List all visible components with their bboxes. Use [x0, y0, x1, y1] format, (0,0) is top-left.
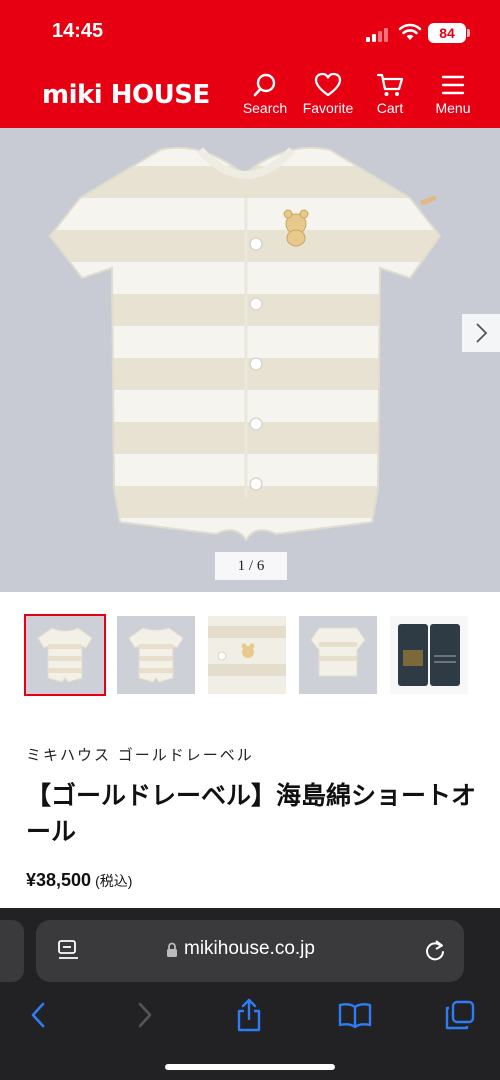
heart-icon — [314, 72, 342, 97]
brand-logo[interactable]: miki HOUSE — [42, 80, 210, 110]
reload-icon[interactable] — [424, 938, 446, 962]
image-counter: 1 / 6 — [215, 552, 287, 580]
product-price: ¥38,500 (税込) — [26, 870, 132, 891]
product-title: 【ゴールドレーベル】海島綿ショートオール — [26, 781, 477, 846]
cellular-signal-icon — [366, 26, 390, 42]
tabs-button[interactable] — [440, 998, 480, 1032]
nav-menu-label: Menu — [435, 100, 471, 116]
nav-favorite-label: Favorite — [302, 100, 354, 116]
thumbnail-tags — [398, 624, 460, 686]
product-image-carousel[interactable]: 1 / 6 — [0, 128, 500, 592]
nav-favorite[interactable]: Favorite — [293, 72, 363, 122]
battery-indicator: 84 — [428, 23, 466, 43]
tabs-icon — [445, 1000, 475, 1030]
menu-icon — [441, 75, 465, 95]
lock-icon — [167, 942, 177, 957]
thumbnail-1[interactable] — [24, 614, 106, 696]
address-bar[interactable]: mikihouse.co.jp — [36, 920, 464, 982]
price-tax-note: (税込) — [95, 873, 133, 889]
thumbnail-romper-back — [128, 627, 184, 683]
thumbnail-strip — [24, 614, 474, 696]
forward-button[interactable] — [125, 998, 165, 1032]
url-text: mikihouse.co.jp — [184, 938, 315, 959]
search-icon — [253, 73, 276, 97]
back-button[interactable] — [18, 998, 58, 1032]
thumbnail-romper-open — [310, 627, 366, 677]
thumbnail-detail — [208, 616, 286, 694]
previous-tab-preview[interactable] — [0, 920, 24, 982]
browser-toolbar: mikihouse.co.jp — [0, 908, 500, 1080]
nav-search-label: Search — [242, 100, 288, 116]
wifi-icon — [398, 23, 422, 40]
next-image-button[interactable] — [462, 314, 500, 352]
status-bar: 14:45 84 — [0, 0, 500, 66]
price-value: ¥38,500 — [26, 870, 92, 890]
product-brand[interactable]: ミキハウス ゴールドレーベル — [26, 744, 254, 765]
site-header: 14:45 84 miki HOUSE Search Favorite Cart… — [0, 0, 500, 128]
nav-cart-label: Cart — [376, 100, 404, 116]
battery-cap — [467, 29, 470, 37]
nav-search[interactable]: Search — [230, 72, 300, 122]
chevron-right-icon — [476, 323, 488, 343]
book-icon — [338, 1003, 372, 1029]
status-time: 14:45 — [52, 20, 104, 42]
nav-cart[interactable]: Cart — [355, 72, 425, 122]
thumbnail-5[interactable] — [390, 616, 468, 694]
thumbnail-3[interactable] — [208, 616, 286, 694]
thumbnail-2[interactable] — [117, 616, 195, 694]
share-icon — [237, 998, 261, 1032]
chevron-left-icon — [31, 1002, 45, 1028]
chevron-right-disabled-icon — [138, 1002, 152, 1028]
page-menu-icon[interactable] — [58, 940, 80, 960]
share-button[interactable] — [229, 998, 269, 1032]
home-indicator — [165, 1064, 335, 1070]
cart-icon — [376, 73, 404, 96]
bookmarks-button[interactable] — [335, 998, 375, 1032]
nav-menu[interactable]: Menu — [418, 72, 488, 122]
thumbnail-4[interactable] — [299, 616, 377, 694]
product-photo — [48, 146, 442, 542]
thumbnail-romper-front — [37, 627, 93, 683]
